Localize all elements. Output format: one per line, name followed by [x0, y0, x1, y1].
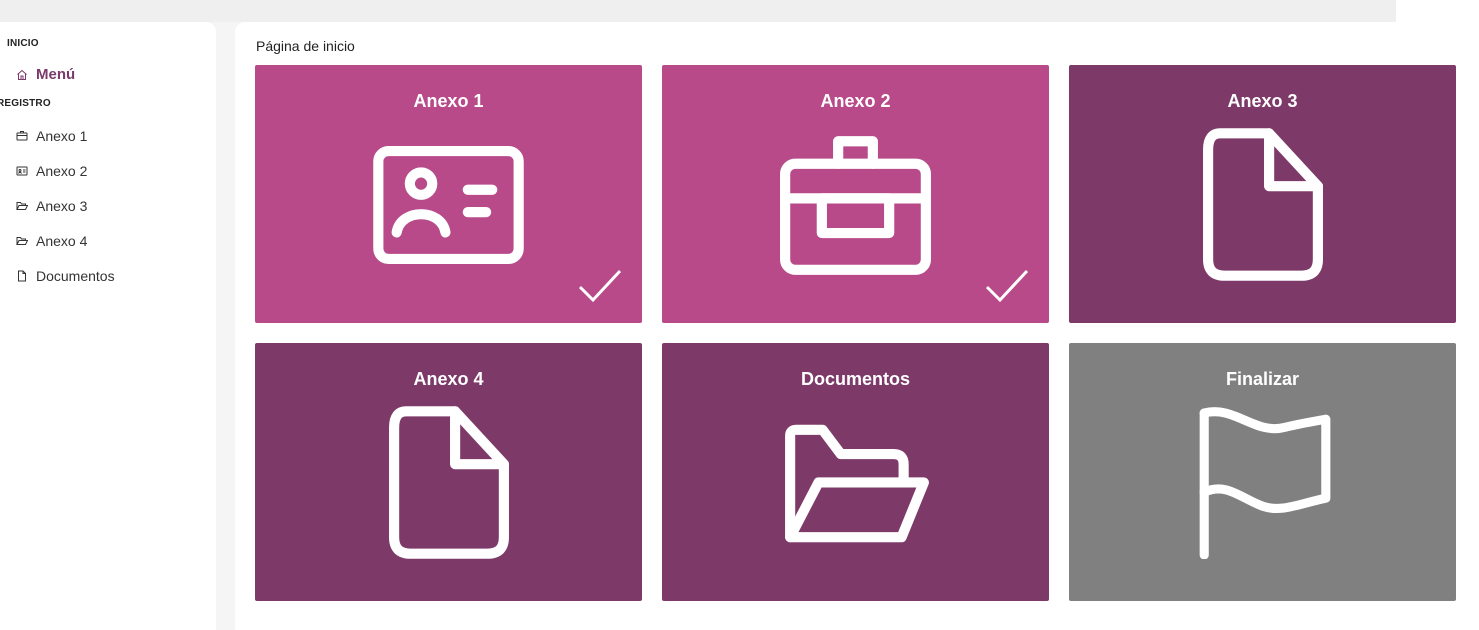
- sidebar-item-label: Anexo 4: [36, 233, 88, 249]
- sidebar-item-label: Anexo 3: [36, 198, 88, 214]
- sidebar-item-label: Documentos: [36, 268, 115, 284]
- document-icon: [1203, 128, 1323, 281]
- section-label-registro: REGISTRO: [0, 98, 51, 109]
- tile-title: Anexo 4: [413, 369, 484, 389]
- home-icon: [16, 69, 28, 81]
- sidebar: INICIO Menú REGISTRO Anexo 1 Anexo 2 Ane…: [0, 22, 216, 630]
- tile-anexo-1[interactable]: Anexo 1: [255, 65, 642, 323]
- tile-title: Anexo 2: [820, 91, 891, 111]
- tile-anexo-2[interactable]: Anexo 2: [662, 65, 1049, 323]
- folder-open-icon: [16, 200, 28, 212]
- briefcase-icon: [16, 165, 28, 177]
- folder-open-icon: [785, 424, 929, 543]
- top-bar: [0, 0, 1396, 22]
- tile-title: Documentos: [800, 369, 910, 389]
- id-card-icon: [16, 130, 28, 142]
- check-icon: [578, 269, 622, 303]
- folder-open-icon: [16, 235, 28, 247]
- tile-anexo-3[interactable]: Anexo 3: [1069, 65, 1456, 323]
- main-panel: Página de inicio Anexo 1 Anexo 2 Anexo 3: [235, 22, 1456, 630]
- sidebar-item-label: Menú: [36, 66, 76, 83]
- briefcase-icon: [780, 136, 931, 275]
- tile-anexo-4[interactable]: Anexo 4: [255, 343, 642, 601]
- flag-icon: [1199, 407, 1331, 559]
- page-title: Página de inicio: [256, 38, 355, 54]
- check-icon: [985, 269, 1029, 303]
- sidebar-item-anexo-1[interactable]: Anexo 1: [16, 128, 87, 144]
- sidebar-item-anexo-2[interactable]: Anexo 2: [16, 163, 87, 179]
- sidebar-item-menu[interactable]: Menú: [16, 66, 75, 83]
- tile-title: Finalizar: [1225, 369, 1300, 389]
- sidebar-item-label: Anexo 1: [36, 128, 88, 144]
- document-icon: [389, 406, 509, 559]
- id-card-icon: [373, 146, 524, 264]
- section-label-inicio: INICIO: [7, 38, 39, 49]
- tile-title: Anexo 3: [1227, 91, 1298, 111]
- sidebar-item-documentos[interactable]: Documentos: [16, 268, 115, 284]
- tile-title: Anexo 1: [413, 91, 484, 111]
- tile-finalizar[interactable]: Finalizar: [1069, 343, 1456, 601]
- sidebar-item-anexo-3[interactable]: Anexo 3: [16, 198, 87, 214]
- sidebar-item-anexo-4[interactable]: Anexo 4: [16, 233, 87, 249]
- document-icon: [16, 270, 28, 282]
- tile-documentos[interactable]: Documentos: [662, 343, 1049, 601]
- sidebar-item-label: Anexo 2: [36, 163, 88, 179]
